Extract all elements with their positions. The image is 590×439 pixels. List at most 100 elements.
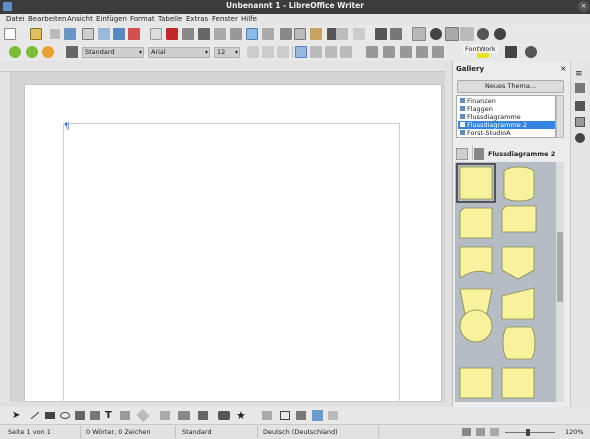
rectangle-icon[interactable] <box>45 412 55 419</box>
paste-icon[interactable] <box>310 28 322 40</box>
zoom-icon[interactable] <box>477 28 489 40</box>
page-style[interactable]: Standard <box>182 428 212 436</box>
symbol-shapes-icon[interactable] <box>160 411 170 420</box>
help-icon[interactable] <box>494 28 506 40</box>
formatting-marks-icon[interactable] <box>460 27 474 41</box>
navigator-icon[interactable] <box>575 133 585 143</box>
vertical-scrollbar[interactable] <box>445 61 452 402</box>
scrollbar-thumb[interactable] <box>557 232 563 302</box>
flowchart-shape-off-page[interactable] <box>501 246 535 280</box>
flowchart-shape-circle[interactable] <box>459 309 493 343</box>
menu-datei[interactable]: Datei <box>6 15 25 23</box>
update-style-icon[interactable] <box>9 46 21 58</box>
menu-icon[interactable]: ≡ <box>575 69 583 79</box>
flowchart-shape-document[interactable] <box>459 246 493 279</box>
find-icon[interactable] <box>230 28 242 40</box>
menu-bearbeiten[interactable]: Bearbeiten <box>28 15 66 23</box>
menu-hilfe[interactable]: Hilfe <box>241 15 257 23</box>
pdf-icon[interactable] <box>166 28 178 40</box>
extrusion-icon[interactable] <box>328 411 338 420</box>
special-character-icon[interactable] <box>525 46 537 58</box>
curve-icon[interactable] <box>75 411 85 420</box>
vertical-ruler[interactable] <box>0 72 11 402</box>
paragraph-style-combo[interactable]: Standard ▾ <box>82 47 144 58</box>
flowchart-shape-multi-document[interactable] <box>501 205 537 233</box>
select-arrow-icon[interactable]: ➤ <box>12 410 20 421</box>
font-size-combo[interactable]: 12 ▾ <box>214 47 240 58</box>
gallery-icon[interactable] <box>445 27 459 41</box>
textbox-icon[interactable] <box>280 411 290 420</box>
italic-icon[interactable] <box>262 46 274 58</box>
text-boundaries[interactable] <box>63 123 400 402</box>
undo-icon[interactable] <box>336 28 348 40</box>
panel-close-button[interactable]: × <box>560 64 567 73</box>
fontwork-gallery-icon[interactable] <box>312 410 323 421</box>
menu-format[interactable]: Format <box>130 15 155 23</box>
callouts-icon[interactable] <box>218 411 230 420</box>
fontwork-icon[interactable] <box>412 27 426 41</box>
save-icon[interactable] <box>50 29 60 39</box>
window-close-button[interactable]: × <box>578 1 589 12</box>
properties-icon[interactable] <box>575 83 585 93</box>
copy-icon[interactable] <box>294 28 306 40</box>
paragraph-color-icon[interactable] <box>505 46 517 58</box>
word-count[interactable]: 0 Wörter, 0 Zeichen <box>86 428 151 436</box>
table-icon[interactable] <box>390 28 402 40</box>
icon-view-icon[interactable] <box>456 148 468 160</box>
print-icon[interactable] <box>182 28 194 40</box>
flowchart-shape-card[interactable] <box>459 207 493 239</box>
theme-item-selected[interactable]: Flussdiagramme 2 <box>458 121 555 129</box>
bold-icon[interactable] <box>247 46 259 58</box>
new-style-icon[interactable] <box>26 46 38 58</box>
justify-icon[interactable] <box>340 46 352 58</box>
theme-list[interactable]: Finanzen Flaggen Flussdiagramme Flussdia… <box>456 95 556 138</box>
cut-icon[interactable] <box>280 28 292 40</box>
zoom-slider-thumb[interactable] <box>526 429 530 436</box>
ellipse-icon[interactable] <box>60 412 70 419</box>
redo-icon[interactable] <box>353 28 365 40</box>
book-view-icon[interactable] <box>490 428 499 436</box>
underline-icon[interactable] <box>277 46 289 58</box>
single-page-view-icon[interactable] <box>462 428 471 436</box>
new-document-icon[interactable] <box>4 28 16 40</box>
flowchart-shape-internal-storage[interactable] <box>501 367 535 399</box>
menu-ansicht[interactable]: Ansicht <box>67 15 93 23</box>
align-right-icon[interactable] <box>325 46 337 58</box>
spellcheck-icon[interactable] <box>246 28 258 40</box>
auto-spellcheck-icon[interactable] <box>262 28 274 40</box>
zoom-slider[interactable] <box>505 432 555 433</box>
hyperlink-icon[interactable] <box>375 28 387 40</box>
horizontal-ruler[interactable] <box>0 61 445 72</box>
theme-item[interactable]: Flussdiagramme <box>458 113 555 121</box>
theme-item[interactable]: Finanzen <box>458 97 555 105</box>
print-preview-icon[interactable] <box>128 28 140 40</box>
flowchart-shape-rect-selected[interactable] <box>459 166 493 200</box>
paragraph-spacing-icon[interactable] <box>432 46 444 58</box>
menu-tabelle[interactable]: Tabelle <box>158 15 182 23</box>
font-name-combo[interactable]: Arial ▾ <box>148 47 210 58</box>
align-left-icon[interactable] <box>295 46 307 58</box>
theme-item[interactable]: Flaggen <box>458 105 555 113</box>
indent-decrease-icon[interactable] <box>400 46 412 58</box>
preview-icon[interactable] <box>214 28 226 40</box>
text-icon[interactable]: T <box>105 410 112 421</box>
zoom-level[interactable]: 120% <box>565 428 584 436</box>
style-icon[interactable] <box>42 46 54 58</box>
image-icon[interactable] <box>296 411 306 420</box>
indent-increase-icon[interactable] <box>416 46 428 58</box>
flowchart-shape-cylinder[interactable] <box>503 166 535 202</box>
theme-item[interactable]: Forst-StudioA <box>458 129 555 137</box>
numbering-icon[interactable] <box>383 46 395 58</box>
callout-icon[interactable] <box>120 411 130 420</box>
edit-mode-icon[interactable] <box>98 28 110 40</box>
open-icon[interactable] <box>30 28 42 40</box>
theme-list-scrollbar[interactable] <box>556 95 564 138</box>
polygon-icon[interactable] <box>90 411 100 420</box>
pdf-export-icon[interactable] <box>113 28 125 40</box>
flowchart-icon[interactable] <box>198 411 208 420</box>
menu-einfuegen[interactable]: Einfügen <box>96 15 127 23</box>
gallery-scrollbar[interactable] <box>556 162 564 402</box>
line-icon[interactable] <box>30 411 40 420</box>
styles-list-icon[interactable] <box>66 46 78 58</box>
flowchart-shape-manual-input[interactable] <box>501 287 535 320</box>
